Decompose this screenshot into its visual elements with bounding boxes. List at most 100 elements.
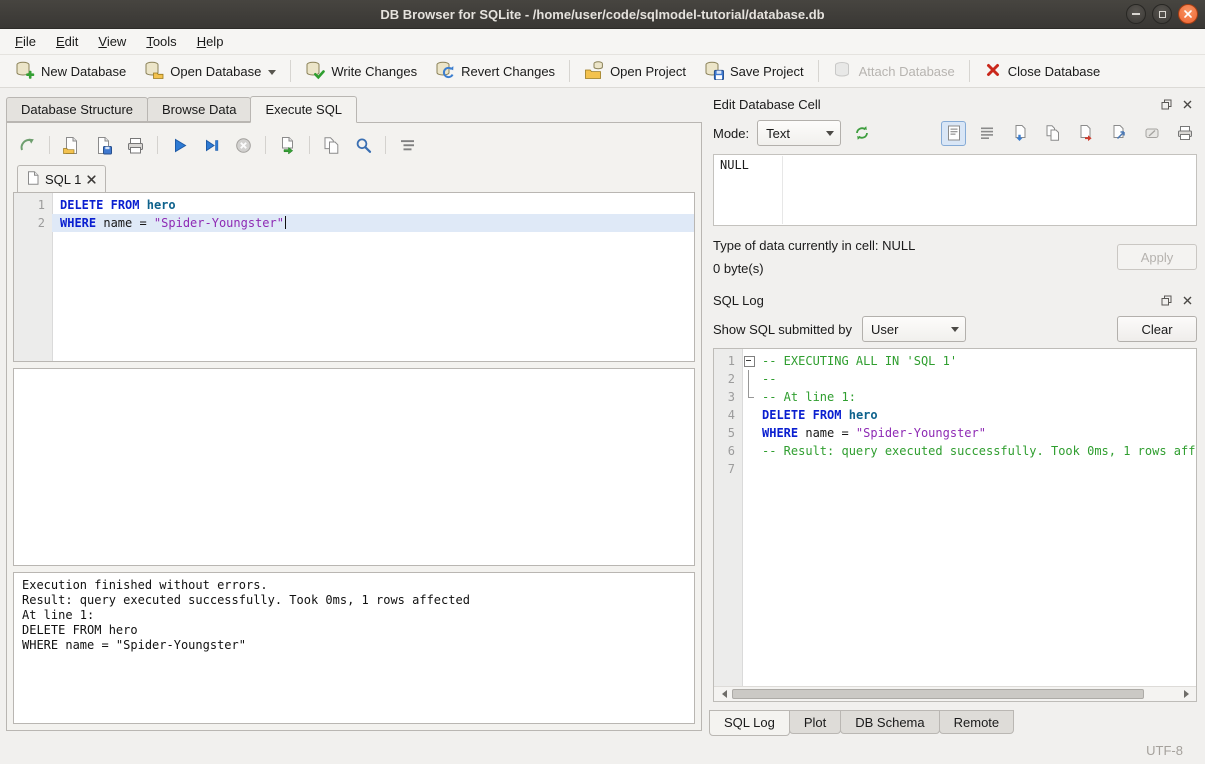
find-replace-button[interactable] bbox=[351, 133, 376, 158]
word-wrap-button[interactable] bbox=[974, 121, 999, 146]
scroll-right-icon[interactable] bbox=[1180, 687, 1196, 701]
code-line: 6-- Result: query executed successfully.… bbox=[714, 442, 1196, 460]
toolbar-separator bbox=[969, 60, 970, 82]
toolbar-separator bbox=[265, 136, 266, 154]
close-database-button[interactable]: Close Database bbox=[975, 58, 1110, 85]
new-database-button[interactable]: New Database bbox=[6, 57, 135, 86]
execute-sql-pane: SQL 1 1DELETE FROM hero2WHERE name = "Sp… bbox=[6, 122, 702, 731]
toolbar-button-label: Close Database bbox=[1008, 64, 1101, 79]
apply-button[interactable]: Apply bbox=[1117, 244, 1197, 270]
revert-changes-icon bbox=[435, 60, 455, 83]
scrollbar-track[interactable] bbox=[730, 687, 1180, 701]
open-sql-file-button[interactable] bbox=[59, 133, 84, 158]
toolbar-button-label: New Database bbox=[41, 64, 126, 79]
close-tab-icon[interactable] bbox=[87, 172, 96, 187]
clear-button[interactable]: Clear bbox=[1117, 316, 1197, 342]
print-button[interactable] bbox=[123, 133, 148, 158]
maximize-glyph bbox=[1159, 11, 1166, 18]
titlebar[interactable]: DB Browser for SQLite - /home/user/code/… bbox=[0, 0, 1205, 29]
menu-help[interactable]: Help bbox=[187, 29, 234, 54]
auto-switch-button[interactable] bbox=[849, 121, 874, 146]
edit-cell-dock-header: Edit Database Cell bbox=[709, 94, 1197, 114]
main-content: Database Structure Browse Data Execute S… bbox=[0, 88, 1205, 737]
fold-guide bbox=[742, 460, 756, 478]
close-dock-icon[interactable] bbox=[1181, 294, 1194, 307]
print-cell-button[interactable] bbox=[1172, 121, 1197, 146]
tab-browse-data[interactable]: Browse Data bbox=[147, 97, 251, 122]
tab-database-structure[interactable]: Database Structure bbox=[6, 97, 148, 122]
write-changes-button[interactable]: Write Changes bbox=[296, 57, 426, 86]
code-line: 5WHERE name = "Spider-Youngster" bbox=[714, 424, 1196, 442]
mode-select[interactable]: Text bbox=[757, 120, 841, 146]
code-token bbox=[805, 408, 812, 422]
tab-execute-sql[interactable]: Execute SQL bbox=[250, 96, 357, 123]
menu-view[interactable]: View bbox=[88, 29, 136, 54]
save-sql-file-icon bbox=[94, 136, 113, 155]
import-cell-button[interactable] bbox=[1007, 121, 1032, 146]
execute-all-button[interactable] bbox=[167, 133, 192, 158]
sql-log-view[interactable]: 1-- EXECUTING ALL IN 'SQL 1'2--3-- At li… bbox=[714, 349, 1196, 686]
open-project-icon bbox=[584, 60, 604, 83]
chevron-down-icon[interactable] bbox=[268, 70, 276, 79]
fold-collapse-icon[interactable] bbox=[742, 352, 756, 370]
float-dock-icon[interactable] bbox=[1160, 294, 1173, 307]
maximize-icon[interactable] bbox=[1152, 4, 1172, 24]
open-project-button[interactable]: Open Project bbox=[575, 57, 695, 86]
attach-database-button[interactable]: Attach Database bbox=[824, 57, 964, 86]
revert-changes-button[interactable]: Revert Changes bbox=[426, 57, 564, 86]
code-line: 4DELETE FROM hero bbox=[714, 406, 1196, 424]
float-dock-icon[interactable] bbox=[1160, 98, 1173, 111]
format-sql-button[interactable] bbox=[395, 133, 420, 158]
execution-messages[interactable]: Execution finished without errors. Resul… bbox=[13, 572, 695, 724]
export-csv-button[interactable] bbox=[275, 133, 300, 158]
minimize-icon[interactable] bbox=[1126, 4, 1146, 24]
close-dock-icon[interactable] bbox=[1181, 98, 1194, 111]
new-tab-button[interactable] bbox=[15, 133, 40, 158]
submitted-by-select[interactable]: User bbox=[862, 316, 966, 342]
code-token: -- At line 1: bbox=[762, 390, 856, 404]
save-as-view-button[interactable] bbox=[319, 133, 344, 158]
tab-sql-1[interactable]: SQL 1 bbox=[17, 165, 106, 192]
close-glyph bbox=[1183, 9, 1193, 19]
tab-plot[interactable]: Plot bbox=[789, 710, 841, 734]
code-token: "Spider-Youngster" bbox=[154, 216, 284, 230]
tab-sql-log[interactable]: SQL Log bbox=[709, 710, 790, 736]
sql-editor[interactable]: 1DELETE FROM hero2WHERE name = "Spider-Y… bbox=[13, 192, 695, 362]
main-tab-bar: Database Structure Browse Data Execute S… bbox=[6, 96, 702, 122]
log-horizontal-scrollbar[interactable] bbox=[714, 686, 1196, 701]
tab-db-schema[interactable]: DB Schema bbox=[840, 710, 939, 734]
attach-database-icon bbox=[833, 60, 853, 83]
save-sql-file-button[interactable] bbox=[91, 133, 116, 158]
text-mode-button[interactable] bbox=[941, 121, 966, 146]
scrollbar-thumb[interactable] bbox=[732, 689, 1144, 699]
save-project-icon bbox=[704, 60, 724, 83]
open-external-icon bbox=[1110, 124, 1128, 142]
line-number: 2 bbox=[14, 214, 52, 232]
save-project-button[interactable]: Save Project bbox=[695, 57, 813, 86]
chevron-down-icon bbox=[951, 327, 959, 336]
cell-value-editor[interactable]: NULL bbox=[713, 154, 1197, 226]
execute-line-button[interactable] bbox=[199, 133, 224, 158]
tab-remote[interactable]: Remote bbox=[939, 710, 1015, 734]
chevron-down-icon bbox=[826, 131, 834, 140]
set-null-button[interactable] bbox=[1139, 121, 1164, 146]
sql-toolbar bbox=[13, 129, 695, 161]
code-token: name = bbox=[798, 426, 856, 440]
menu-tools[interactable]: Tools bbox=[136, 29, 186, 54]
copy-cell-button[interactable] bbox=[1040, 121, 1065, 146]
fold-guide bbox=[742, 406, 756, 424]
menu-edit[interactable]: Edit bbox=[46, 29, 88, 54]
dock-controls bbox=[1160, 294, 1194, 307]
left-panel: Database Structure Browse Data Execute S… bbox=[0, 88, 702, 737]
stop-button[interactable] bbox=[231, 133, 256, 158]
toolbar-separator bbox=[385, 136, 386, 154]
open-database-button[interactable]: Open Database bbox=[135, 57, 285, 86]
menu-file[interactable]: File bbox=[5, 29, 46, 54]
close-icon[interactable] bbox=[1178, 4, 1198, 24]
open-external-button[interactable] bbox=[1106, 121, 1131, 146]
code-text: DELETE FROM hero bbox=[52, 196, 694, 214]
export-csv-icon bbox=[278, 136, 297, 155]
cell-type-info: Type of data currently in cell: NULL bbox=[713, 238, 1117, 253]
scroll-left-icon[interactable] bbox=[714, 687, 730, 701]
export-cell-button[interactable] bbox=[1073, 121, 1098, 146]
